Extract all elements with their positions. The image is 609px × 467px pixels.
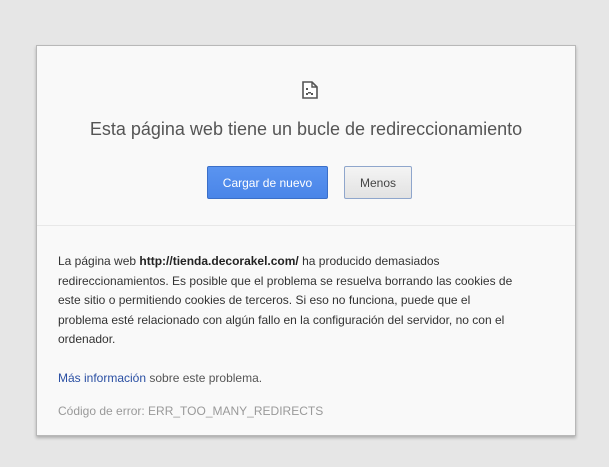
details-url: http://tienda.decorakel.com/ — [139, 254, 299, 268]
details-line1: ha producido demasiados — [298, 254, 440, 268]
reload-button[interactable]: Cargar de nuevo — [207, 166, 328, 199]
details-line2: redireccionamientos. Es posible que el p… — [58, 273, 513, 288]
details-line3: este sitio o permitiendo cookies de terc… — [58, 293, 471, 307]
details-prefix: La página web — [58, 254, 140, 268]
more-info-link[interactable]: Más información — [58, 371, 146, 385]
error-details: La página web http://tienda.decorakel.co… — [58, 252, 563, 422]
divider — [37, 225, 575, 226]
sad-page-icon — [302, 81, 318, 99]
more-info-suffix: sobre este problema. — [146, 370, 263, 385]
details-line4: problema esté relacionado con algún fall… — [58, 312, 505, 327]
error-code: Código de error: ERR_TOO_MANY_REDIRECTS — [58, 404, 324, 418]
error-card: Esta página web tiene un bucle de redire… — [36, 45, 576, 436]
details-line5: ordenador. — [58, 332, 116, 346]
page-title: Esta página web tiene un bucle de redire… — [89, 119, 523, 139]
less-button[interactable]: Menos — [344, 166, 412, 199]
